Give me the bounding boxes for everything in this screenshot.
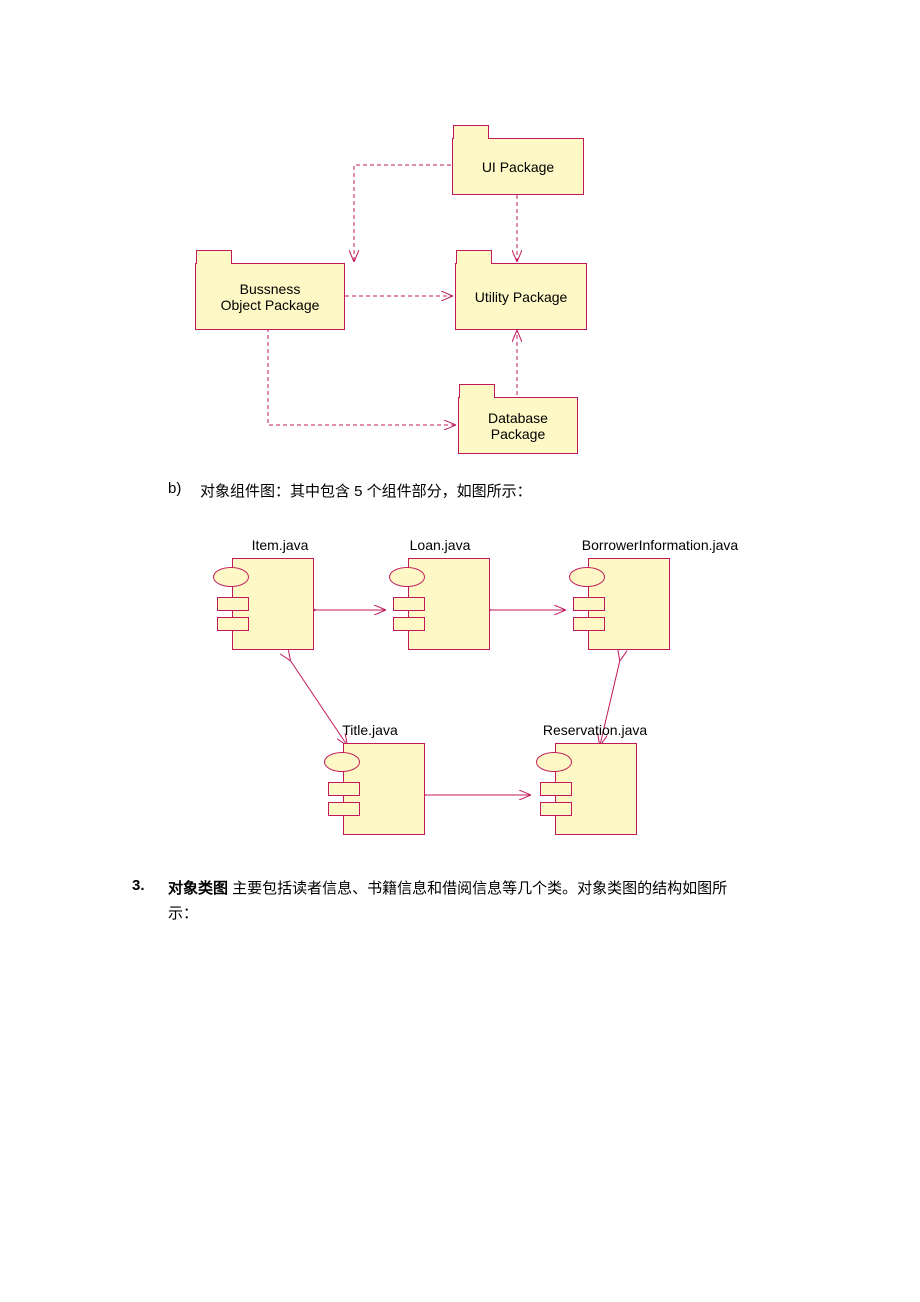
package-ui: UI Package	[452, 138, 584, 195]
package-database: Database Package	[458, 397, 578, 454]
package-utility: Utility Package	[455, 263, 587, 330]
component-reservation-label: Reservation.java	[525, 722, 665, 738]
component-loan	[408, 558, 490, 650]
package-utility-label: Utility Package	[456, 289, 586, 305]
component-borrower-label: BorrowerInformation.java	[555, 537, 765, 553]
component-reservation	[555, 743, 637, 835]
component-loan-label: Loan.java	[390, 537, 490, 553]
list-marker-b: b)	[168, 480, 181, 497]
component-item	[232, 558, 314, 650]
package-bo-label: Bussness Object Package	[196, 281, 344, 313]
package-ui-label: UI Package	[453, 159, 583, 175]
package-db-label: Database Package	[459, 410, 577, 442]
component-borrower	[588, 558, 670, 650]
component-title	[343, 743, 425, 835]
list-text-3-line2: 示：	[168, 902, 198, 923]
list-text-3: 对象类图 主要包括读者信息、书籍信息和借阅信息等几个类。对象类图的结构如图所	[168, 877, 727, 898]
package-business-object: Bussness Object Package	[195, 263, 345, 330]
list-text-b: 对象组件图：其中包含 5 个组件部分，如图所示：	[200, 480, 532, 501]
component-title-label: Title.java	[320, 722, 420, 738]
component-item-label: Item.java	[230, 537, 330, 553]
list-marker-3: 3.	[132, 877, 145, 894]
